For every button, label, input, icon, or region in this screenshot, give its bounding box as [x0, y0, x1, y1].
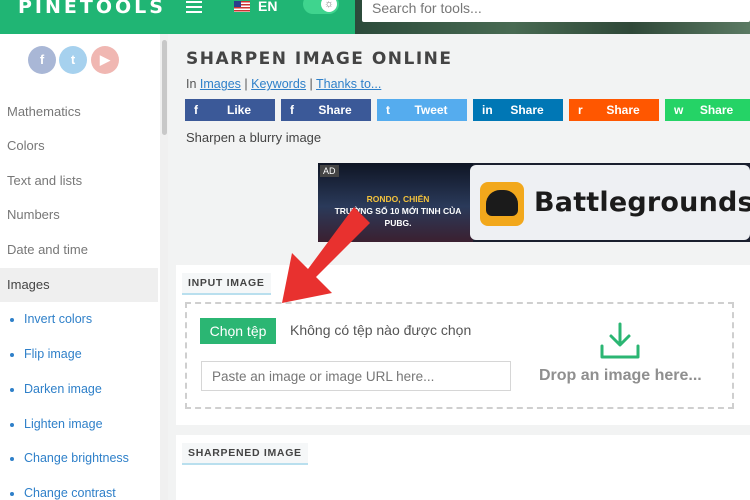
sun-icon: ☼ [321, 0, 337, 12]
ad-brand-panel: Battlegrounds [470, 165, 750, 240]
sidebar-subitem-darken-image[interactable]: Darken image [10, 382, 102, 396]
menu-icon[interactable] [186, 1, 202, 13]
us-flag-icon [234, 1, 250, 12]
sidebar-subitem-flip-image[interactable]: Flip image [10, 347, 82, 361]
sidebar-item-date-and-time[interactable]: Date and time [0, 233, 158, 267]
youtube-icon[interactable]: ▶ [91, 46, 119, 74]
reddit-share-button[interactable]: r Share [569, 99, 659, 121]
ad-brand-name: Battlegrounds [534, 187, 750, 218]
drop-image-text: Drop an image here... [539, 367, 702, 384]
twitter-icon[interactable]: t [59, 46, 87, 74]
language-selector[interactable]: EN [258, 0, 277, 14]
sidebar-item-numbers[interactable]: Numbers [0, 198, 158, 232]
sidebar-item-images[interactable]: Images [0, 268, 158, 302]
search-input[interactable] [362, 0, 750, 22]
whatsapp-share-button[interactable]: w Share [665, 99, 750, 121]
site-logo[interactable]: PINETOOLS [18, 0, 166, 18]
linkedin-share-button[interactable]: in Share [473, 99, 563, 121]
sidebar-subitem-change-contrast[interactable]: Change contrast [10, 486, 116, 500]
sidebar-item-colors[interactable]: Colors [0, 129, 158, 163]
page-title: SHARPEN IMAGE ONLINE [186, 49, 453, 69]
image-url-field[interactable] [201, 361, 511, 391]
sidebar-scroll-thumb[interactable] [162, 40, 167, 135]
sidebar-subitem-lighten-image[interactable]: Lighten image [10, 417, 103, 431]
ad-banner[interactable]: AD RONDO, CHIẾN TRƯỜNG SỐ 10 MỚI TINH CỦ… [318, 163, 750, 242]
facebook-share-button[interactable]: f Share [281, 99, 371, 121]
sharpened-image-label: SHARPENED IMAGE [182, 443, 308, 465]
sidebar-subitem-change-brightness[interactable]: Change brightness [10, 451, 129, 465]
choose-file-button[interactable]: Chọn tệp [200, 318, 276, 344]
image-url-input[interactable] [202, 362, 510, 390]
pubg-logo-icon [480, 182, 524, 226]
sidebar-subitem-invert-colors[interactable]: Invert colors [10, 312, 92, 326]
page-subtitle: Sharpen a blurry image [186, 130, 322, 145]
facebook-like-button[interactable]: f Like [185, 99, 275, 121]
ad-badge: AD [320, 165, 339, 177]
no-file-chosen-text: Không có tệp nào được chọn [290, 322, 472, 338]
dark-mode-toggle[interactable]: ☼ [303, 0, 339, 14]
breadcrumb-link-images[interactable]: Images [200, 77, 241, 91]
search-box[interactable] [362, 0, 750, 22]
breadcrumb-link-keywords[interactable]: Keywords [251, 77, 306, 91]
red-arrow-annotation [282, 207, 370, 303]
sidebar-item-mathematics[interactable]: Mathematics [0, 95, 158, 129]
tweet-button[interactable]: t Tweet [377, 99, 467, 121]
download-icon [600, 322, 640, 359]
sidebar-item-text-and-lists[interactable]: Text and lists [0, 164, 158, 198]
input-image-label: INPUT IMAGE [182, 273, 271, 295]
breadcrumb: In Images | Keywords | Thanks to... [186, 77, 382, 91]
facebook-icon[interactable]: f [28, 46, 56, 74]
breadcrumb-link-thanks[interactable]: Thanks to... [316, 77, 381, 91]
